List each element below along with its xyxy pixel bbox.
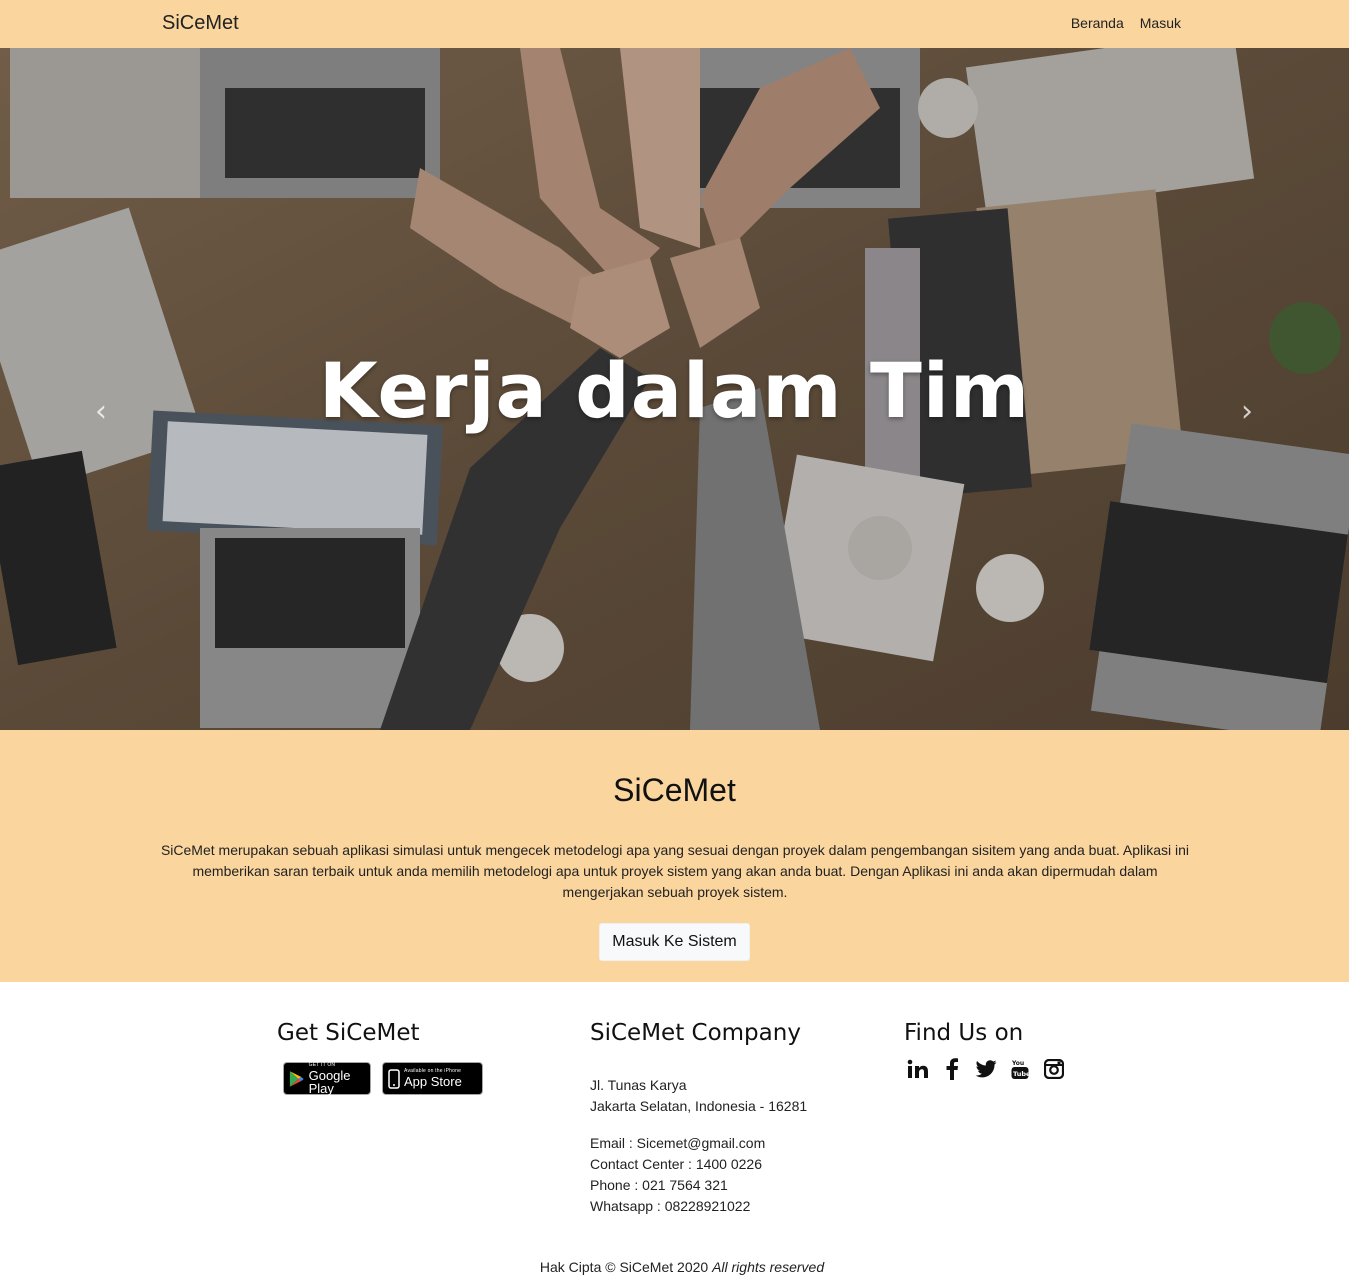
navbar-brand[interactable]: SiCeMet	[162, 12, 239, 35]
app-store-badge[interactable]: Available on the iPhone App Store	[382, 1062, 483, 1095]
company-contacts: Email : Sicemet@gmail.com Contact Center…	[590, 1133, 807, 1217]
social-links: You Tube	[907, 1058, 1065, 1080]
nav-link-beranda[interactable]: Beranda	[1071, 15, 1124, 31]
footer: Get SiCeMet GET IT ON Google Play Availa…	[0, 982, 1349, 1277]
svg-text:You: You	[1011, 1060, 1024, 1067]
google-play-icon	[289, 1070, 304, 1087]
company-title: SiCeMet Company	[590, 1020, 801, 1046]
contact-email: Email : Sicemet@gmail.com	[590, 1135, 766, 1151]
get-app-title: Get SiCeMet	[277, 1020, 420, 1046]
copyright-text: Hak Cipta © SiCeMet 2020	[539, 1259, 709, 1275]
nav-link-masuk[interactable]: Masuk	[1140, 15, 1181, 31]
about-description: SiCeMet merupakan sebuah aplikasi simula…	[160, 842, 1190, 900]
company-address: Jl. Tunas Karya Jakarta Selatan, Indones…	[590, 1075, 807, 1117]
about-title: SiCeMet	[613, 772, 736, 808]
google-play-small-text: GET IT ON	[308, 1061, 336, 1068]
address-line-1: Jl. Tunas Karya	[590, 1077, 687, 1093]
footer-social: Find Us on You Tube	[904, 1020, 1065, 1080]
app-store-big-text: App Store	[404, 1074, 462, 1089]
facebook-icon[interactable]	[941, 1058, 963, 1080]
hero-caption: Kerja dalam Tim	[318, 346, 1031, 435]
youtube-icon[interactable]: You Tube	[1009, 1058, 1031, 1080]
hero-carousel: Kerja dalam Tim ‹ ›	[0, 48, 1349, 730]
footer-company: SiCeMet Company Jl. Tunas Karya Jakarta …	[590, 1020, 807, 1217]
navbar: SiCeMet Beranda Masuk	[0, 0, 1349, 48]
chevron-right-icon: ›	[1241, 394, 1253, 429]
instagram-icon[interactable]	[1043, 1058, 1065, 1080]
google-play-big-text: Google Play	[308, 1067, 351, 1096]
copyright: Hak Cipta © SiCeMet 2020 All rights rese…	[0, 1259, 1349, 1275]
twitter-icon[interactable]	[975, 1058, 997, 1080]
find-us-title: Find Us on	[904, 1020, 1024, 1046]
nav-links: Beranda Masuk	[1071, 15, 1181, 31]
contact-phone: Phone : 021 7564 321	[590, 1177, 728, 1193]
contact-center: Contact Center : 1400 0226	[590, 1156, 763, 1172]
footer-get-app: Get SiCeMet GET IT ON Google Play Availa…	[277, 1020, 483, 1095]
linkedin-icon[interactable]	[907, 1058, 929, 1080]
carousel-prev-button[interactable]: ‹	[91, 394, 111, 430]
iphone-icon	[388, 1068, 400, 1089]
google-play-badge[interactable]: GET IT ON Google Play	[283, 1062, 371, 1095]
contact-whatsapp: Whatsapp : 08228921022	[590, 1198, 751, 1214]
copyright-rights: All rights reserved	[712, 1259, 825, 1275]
chevron-left-icon: ‹	[95, 394, 107, 429]
svg-text:Tube: Tube	[1013, 1070, 1029, 1078]
carousel-next-button[interactable]: ›	[1237, 394, 1257, 430]
store-badges: GET IT ON Google Play Available on the i…	[283, 1062, 483, 1095]
about-section: SiCeMet SiCeMet merupakan sebuah aplikas…	[0, 730, 1349, 982]
address-line-2: Jakarta Selatan, Indonesia - 16281	[590, 1098, 808, 1114]
enter-system-button[interactable]: Masuk Ke Sistem	[599, 923, 750, 961]
